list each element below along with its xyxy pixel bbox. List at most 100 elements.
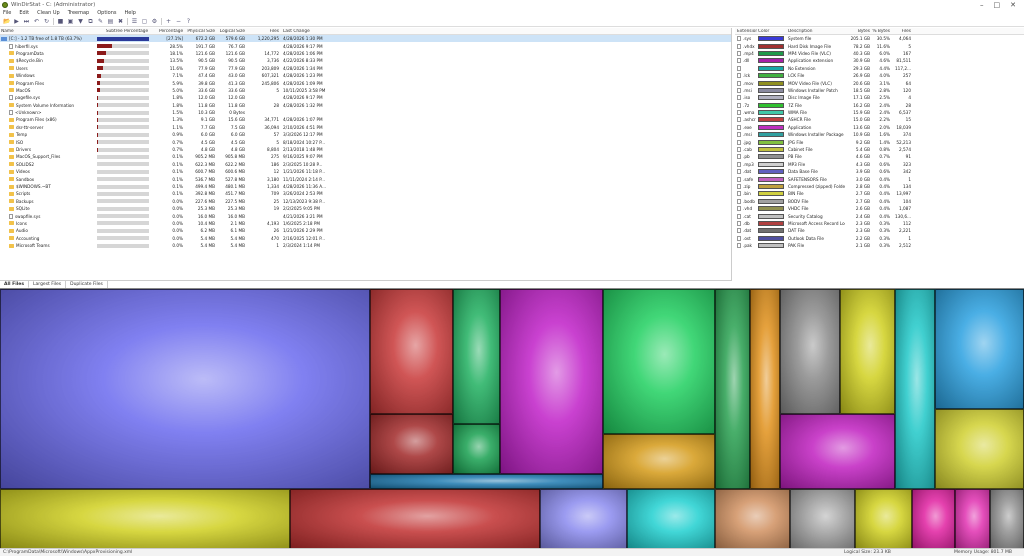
tree-row[interactable]: <Unknown> 1.5% 10.3 GB 0 Bytes bbox=[0, 109, 731, 116]
ext-row[interactable]: .dat Data Base File 3.9 GB 0.6% 342 bbox=[735, 168, 1024, 175]
treemap-tile[interactable] bbox=[290, 489, 540, 548]
tree-row[interactable]: hiberfil.sys 28.5% 191.7 GB 76.7 GB 4/28/202… bbox=[0, 42, 731, 49]
select-icon[interactable]: ▣ bbox=[67, 18, 74, 25]
ext-row[interactable]: .vhdx Hard Disk Image File 78.2 GB 11.6% 5 bbox=[735, 42, 1024, 49]
treemap-tile[interactable] bbox=[370, 414, 453, 474]
ext-row[interactable]: .bin BIN File 2.7 GB 0.4% 13,997 bbox=[735, 190, 1024, 197]
back-icon[interactable]: ↶ bbox=[33, 18, 40, 25]
ext-row[interactable]: .ost Outlook Data File 2.2 GB 0.3% 1 bbox=[735, 235, 1024, 242]
ext-row[interactable]: .lck LCK File 26.9 GB 4.0% 257 bbox=[735, 72, 1024, 79]
play-icon[interactable]: ▶ bbox=[13, 18, 20, 25]
tree-row[interactable]: Icons 0.0% 10.4 MB 2.1 MB 4,193 1/6/2025 2:18… bbox=[0, 220, 731, 227]
treemap-tile[interactable] bbox=[790, 489, 855, 548]
tree-row[interactable]: ProgramData 18.1% 121.6 GB 121.6 GB 14,772 4/… bbox=[0, 50, 731, 57]
col-description[interactable]: Description bbox=[787, 29, 845, 34]
ext-row[interactable]: .bodb BODV File 2.7 GB 0.4% 104 bbox=[735, 198, 1024, 205]
treemap-tile[interactable] bbox=[715, 289, 750, 489]
menu-clean-up[interactable]: Clean Up bbox=[37, 10, 60, 17]
ext-row[interactable]: .jpg JPG File 9.2 GB 1.4% 52,213 bbox=[735, 138, 1024, 145]
treemap-tile[interactable] bbox=[990, 489, 1024, 548]
ext-row[interactable]: .cat Security Catalog 2.4 GB 0.4% 130,6... bbox=[735, 212, 1024, 219]
tree-row[interactable]: Sandbox 0.1% 536.7 MB 527.8 MB 3,180 11/11/20… bbox=[0, 175, 731, 182]
tree-row[interactable]: Drivers 0.7% 4.8 GB 4.8 GB 8,804 2/13/2018 1:… bbox=[0, 146, 731, 153]
ext-row[interactable]: .wma WMA File 15.9 GB 2.4% 6,537 bbox=[735, 109, 1024, 116]
ext-row[interactable]: .pak PAK File 2.1 GB 0.3% 2,512 bbox=[735, 242, 1024, 249]
col-physical-size[interactable]: Physical Size bbox=[184, 29, 216, 34]
tree-row[interactable]: MacOS 5.0% 33.6 GB 33.6 GB 5 10/11/2025 3:58 … bbox=[0, 87, 731, 94]
tree-row[interactable]: swapfile.sys 0.0% 16.0 MB 16.0 MB 4/21/2026 … bbox=[0, 212, 731, 219]
col-logical-size[interactable]: Logical Size bbox=[216, 29, 246, 34]
treemap-tile[interactable] bbox=[935, 409, 1024, 489]
tab-duplicate-files[interactable]: Duplicate Files bbox=[66, 281, 108, 288]
treemap-tile[interactable] bbox=[627, 489, 715, 548]
col-name[interactable]: Name bbox=[0, 29, 96, 34]
tree-row[interactable]: Users 11.6% 77.9 GB 77.9 GB 203,809 4/28/2026… bbox=[0, 65, 731, 72]
treemap-tile[interactable] bbox=[715, 489, 790, 548]
folder-icon[interactable]: ▢ bbox=[141, 18, 148, 25]
tab-all-files[interactable]: All Files bbox=[0, 281, 30, 288]
ext-row[interactable]: .msi Windows Installer Patch 18.5 GB 2.8% 12… bbox=[735, 87, 1024, 94]
treemap[interactable] bbox=[0, 288, 1024, 548]
tree-row[interactable]: dsr-ttr-server 1.1% 7.7 GB 7.5 GB 36,094 2/10… bbox=[0, 124, 731, 131]
menu-treemap[interactable]: Treemap bbox=[68, 10, 90, 17]
ext-row[interactable]: .pb PB File 4.6 GB 0.7% 91 bbox=[735, 153, 1024, 160]
treemap-tile[interactable] bbox=[0, 289, 370, 489]
menu-options[interactable]: Options bbox=[97, 10, 116, 17]
col-bytes[interactable]: Bytes bbox=[845, 29, 871, 34]
ext-row[interactable]: .db Microsoft Access Record Loc... 2.3 GB 0… bbox=[735, 220, 1024, 227]
ext-row[interactable]: .mp3 MP3 File 4.3 GB 0.6% 323 bbox=[735, 161, 1024, 168]
help-icon[interactable]: ? bbox=[185, 18, 192, 25]
settings-icon[interactable]: ⚙ bbox=[151, 18, 158, 25]
tree-row[interactable]: $Recycle.Bin 13.5% 90.5 GB 90.5 GB 3,736 4/22… bbox=[0, 57, 731, 64]
ext-row[interactable]: .dll Application extension 30.9 GB 4.6% 81,5… bbox=[735, 57, 1024, 64]
ext-row[interactable]: .7z 7Z File 16.2 GB 2.4% 28 bbox=[735, 102, 1024, 109]
ext-row[interactable]: .safe SAFETENSORS File 3.0 GB 0.4% 1 bbox=[735, 175, 1024, 182]
rename-icon[interactable]: ✎ bbox=[97, 18, 104, 25]
col-last-change[interactable]: Last Change bbox=[280, 29, 330, 34]
col-subtree-percentage[interactable]: Subtree Percentage bbox=[96, 29, 158, 34]
ext-row[interactable]: .mov MOV Video File (VLC) 20.6 GB 3.1% 64 bbox=[735, 79, 1024, 86]
close-icon[interactable]: ✕ bbox=[1010, 1, 1016, 9]
tree-row[interactable]: Program Files (x86) 1.3% 9.1 GB 15.6 GB 34,7… bbox=[0, 116, 731, 123]
maximize-icon[interactable]: □ bbox=[994, 1, 1001, 9]
extension-list[interactable]: Extension Color Description Bytes % Byte… bbox=[735, 28, 1024, 288]
ext-row[interactable]: .sys System file 205.1 GB 30.5% 4,064 bbox=[735, 35, 1024, 42]
tree-row[interactable]: Videos 0.1% 600.7 MB 600.6 MB 12 1/21/2026 11… bbox=[0, 168, 731, 175]
treemap-tile[interactable] bbox=[912, 489, 955, 548]
tree-row[interactable]: Windows 7.1% 47.4 GB 43.0 GB 607,321 4/28/202… bbox=[0, 72, 731, 79]
tree-row[interactable]: SQLite 0.0% 25.3 MB 25.3 MB 19 2/2/2025 9:05 … bbox=[0, 205, 731, 212]
tree-row[interactable]: Microsoft Teams 0.0% 5.4 MB 5.4 MB 1 2/3/2024… bbox=[0, 242, 731, 249]
delete-icon[interactable]: ✖ bbox=[117, 18, 124, 25]
ext-row[interactable]: .mp4 MP4 Video File (VLC) 40.3 GB 6.0% 167 bbox=[735, 50, 1024, 57]
stop-icon[interactable]: ■ bbox=[57, 18, 64, 25]
ext-row[interactable]: .cab Cabinet File 5.4 GB 0.8% 2,574 bbox=[735, 146, 1024, 153]
treemap-tile[interactable] bbox=[0, 489, 290, 548]
tree-row[interactable]: Backups 0.0% 227.6 MB 227.5 MB 25 12/13/2023 … bbox=[0, 198, 731, 205]
minimize-icon[interactable]: – bbox=[980, 1, 984, 9]
treemap-tile[interactable] bbox=[540, 489, 627, 548]
tree-row[interactable]: Program Files 5.9% 39.8 GB 41.3 GB 245,806 4/… bbox=[0, 79, 731, 86]
treemap-tile[interactable] bbox=[500, 289, 603, 474]
treemap-tile[interactable] bbox=[780, 289, 840, 414]
tree-row[interactable]: Temp 0.9% 6.0 GB 6.0 GB 57 3/3/2026 12:17 PM bbox=[0, 131, 731, 138]
treemap-tile[interactable] bbox=[750, 289, 780, 489]
menu-help[interactable]: Help bbox=[125, 10, 136, 17]
refresh-icon[interactable]: ↻ bbox=[43, 18, 50, 25]
menu-edit[interactable]: Edit bbox=[19, 10, 29, 17]
ext-row[interactable]: .iso Disc Image File 17.1 GB 2.5% 4 bbox=[735, 94, 1024, 101]
tree-row[interactable]: Accounting 0.0% 5.4 MB 5.4 MB 470 2/16/2025 1… bbox=[0, 235, 731, 242]
tree-row[interactable]: pagefile.sys 1.8% 12.0 GB 12.0 GB 4/28/2026 … bbox=[0, 94, 731, 101]
tree-row[interactable]: ISO 0.7% 4.5 GB 4.5 GB 5 8/18/2024 10:27 P... bbox=[0, 138, 731, 145]
tree-row[interactable]: $WINDOWS.~BT 0.1% 499.4 MB 480.1 MB 1,334 4/2… bbox=[0, 183, 731, 190]
open-icon[interactable]: 📂 bbox=[3, 18, 10, 25]
ext-row[interactable]: .vhd VHDC File 2.6 GB 0.4% 1,087 bbox=[735, 205, 1024, 212]
tree-row[interactable]: System Volume Information 1.8% 11.8 GB 11.8… bbox=[0, 102, 731, 109]
zoom-in-icon[interactable]: + bbox=[165, 18, 172, 25]
tree-row[interactable]: Audio 0.0% 6.2 MB 6.1 MB 26 1/21/2026 2:29 PM bbox=[0, 227, 731, 234]
tab-largest-files[interactable]: Largest Files bbox=[29, 281, 67, 288]
treemap-tile[interactable] bbox=[840, 289, 895, 414]
directory-tree[interactable]: Name Subtree Percentage Percentage Physi… bbox=[0, 28, 732, 280]
treemap-tile[interactable] bbox=[955, 489, 990, 548]
menu-file[interactable]: File bbox=[3, 10, 11, 17]
ext-row[interactable]: .zip Compressed (zipped) Folder 2.8 GB 0.4%… bbox=[735, 183, 1024, 190]
